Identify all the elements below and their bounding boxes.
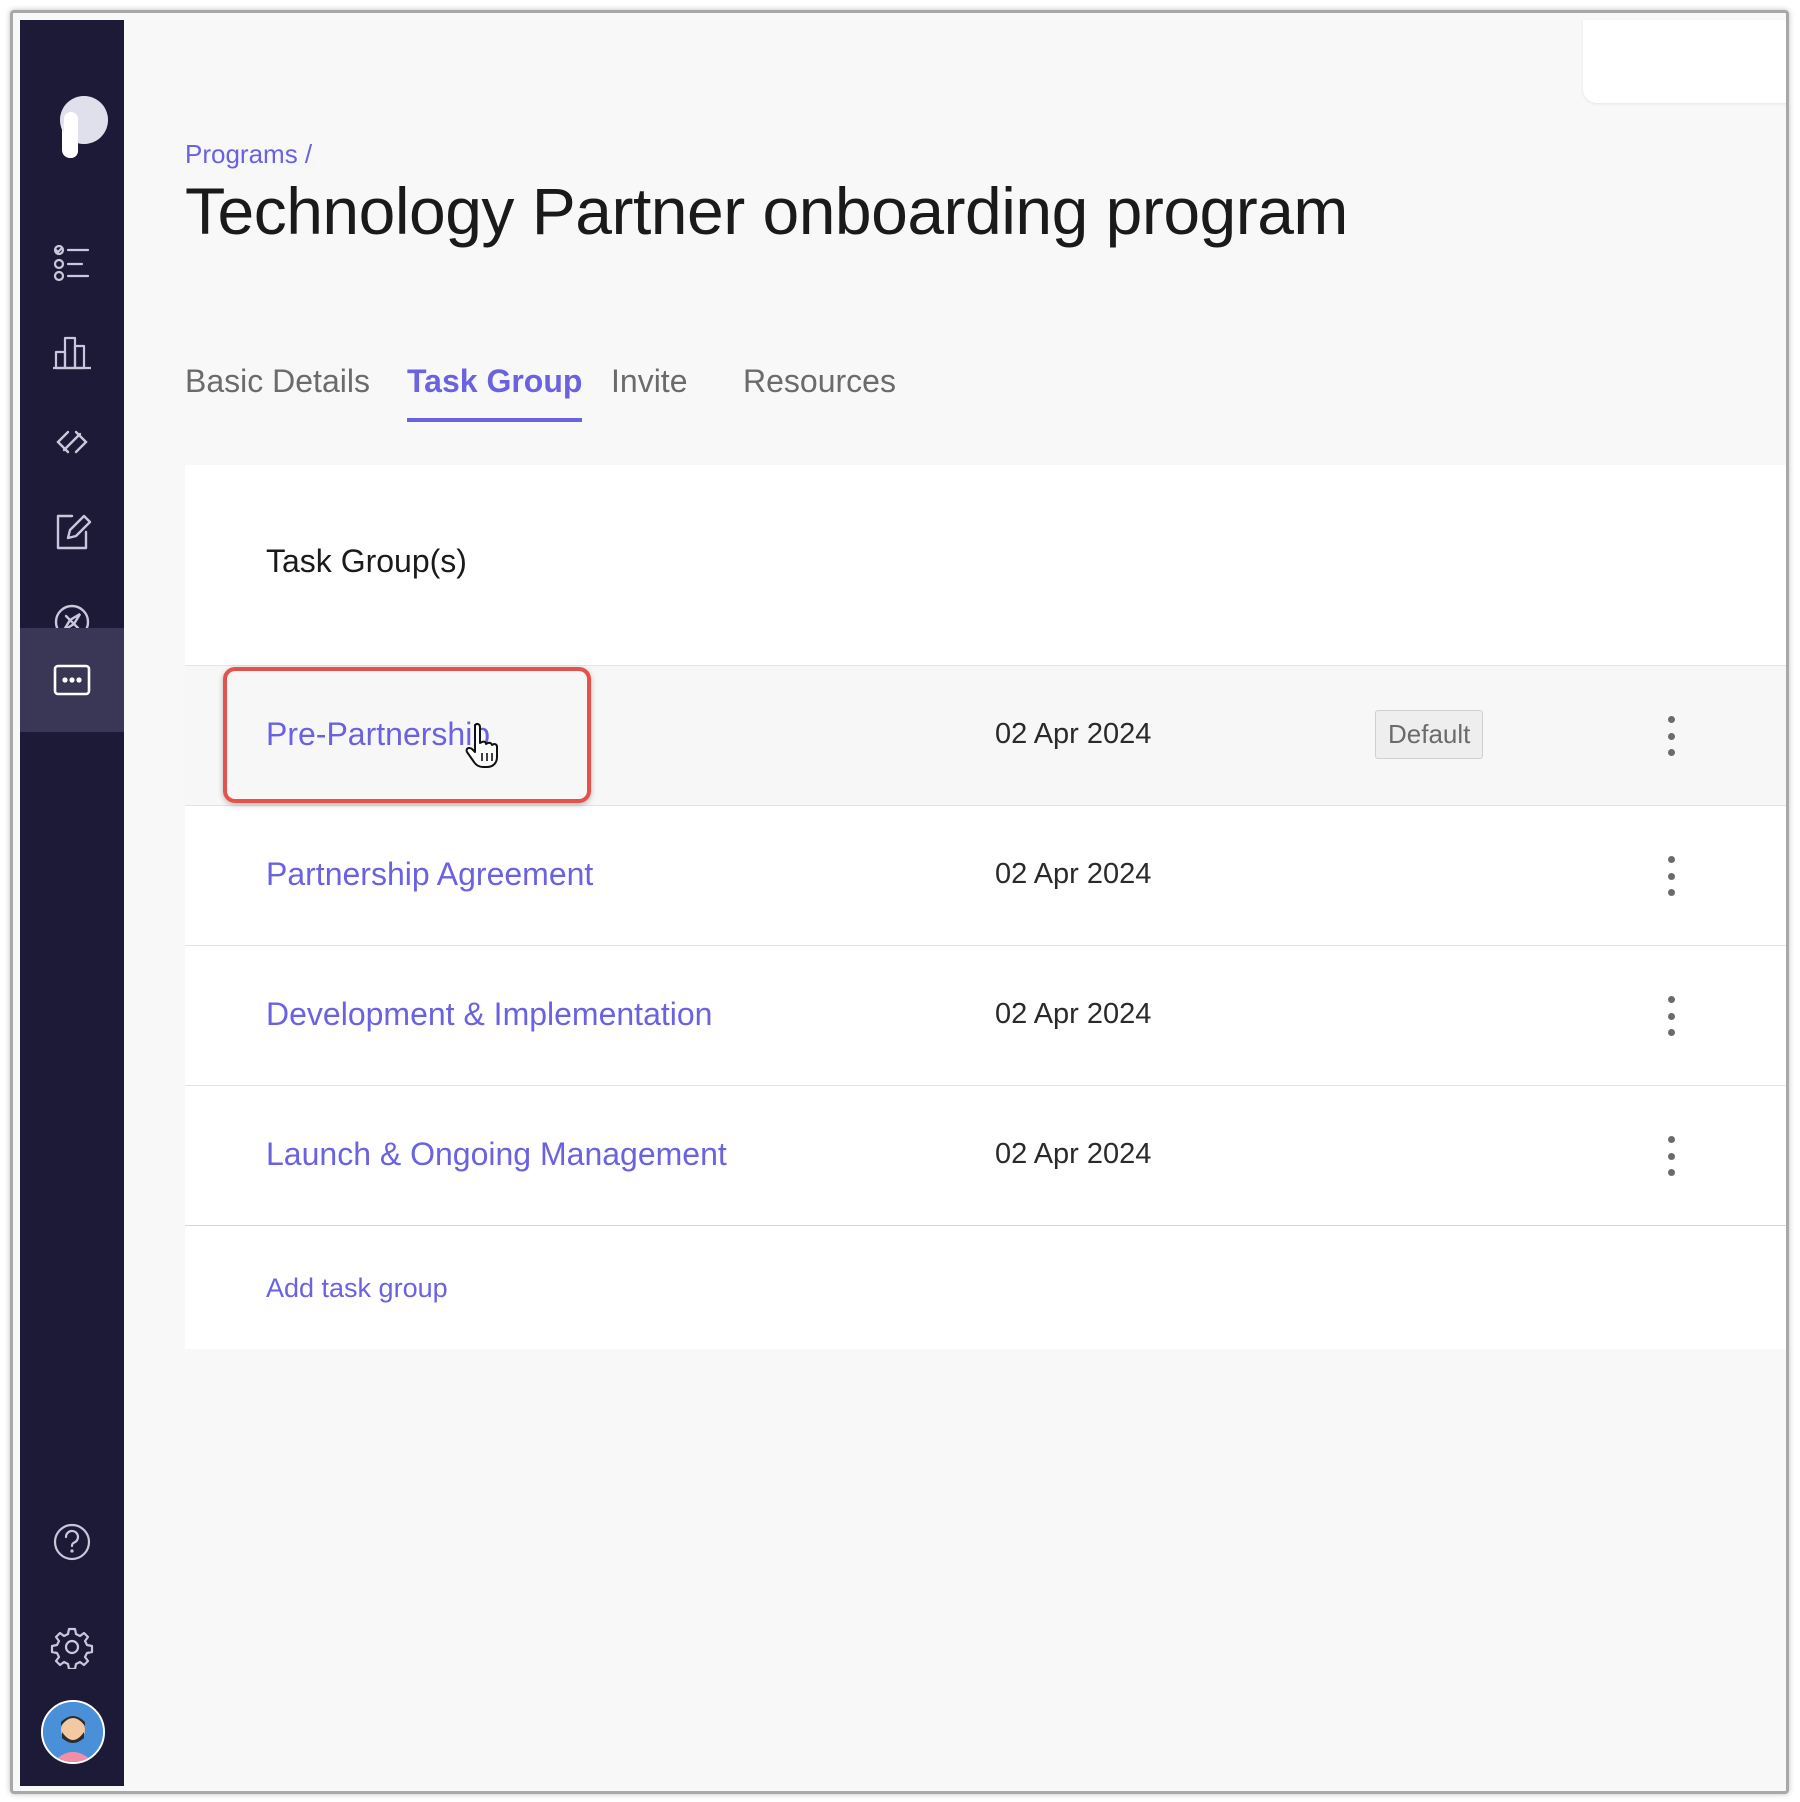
task-group-date: 02 Apr 2024 bbox=[995, 858, 1152, 890]
nav-reports[interactable] bbox=[20, 300, 124, 404]
page-title: Technology Partner onboarding program bbox=[185, 174, 1348, 248]
nav-help[interactable] bbox=[20, 1490, 124, 1594]
task-group-name[interactable]: Development & Implementation bbox=[266, 996, 712, 1033]
breadcrumb[interactable]: Programs / bbox=[185, 139, 312, 170]
card-title: Task Group(s) bbox=[266, 543, 467, 579]
task-group-row: Launch & Ongoing Management 02 Apr 2024 bbox=[185, 1085, 1786, 1226]
nav-settings[interactable] bbox=[20, 1595, 124, 1699]
tab-invite[interactable]: Invite bbox=[611, 363, 687, 418]
task-group-card: Task Group(s) Pre-Partnership 02 Apr 202… bbox=[185, 465, 1786, 1349]
app-logo-icon[interactable] bbox=[50, 90, 110, 160]
task-group-name[interactable]: Launch & Ongoing Management bbox=[266, 1136, 727, 1173]
add-task-group-link[interactable]: Add task group bbox=[266, 1273, 448, 1304]
task-group-row: Development & Implementation 02 Apr 2024 bbox=[185, 945, 1786, 1086]
row-menu-icon[interactable] bbox=[1663, 1136, 1679, 1176]
sidebar bbox=[20, 20, 124, 1786]
task-group-date: 02 Apr 2024 bbox=[995, 998, 1152, 1030]
link-icon bbox=[56, 430, 88, 454]
user-avatar[interactable] bbox=[41, 1700, 105, 1764]
tab-task-group[interactable]: Task Group bbox=[407, 363, 583, 422]
nav-integrations[interactable] bbox=[20, 390, 124, 494]
divider bbox=[185, 1225, 1786, 1226]
nav-checklist[interactable] bbox=[20, 210, 124, 314]
highlight-box bbox=[223, 667, 591, 803]
task-group-date: 02 Apr 2024 bbox=[995, 1138, 1152, 1170]
more-box-icon bbox=[53, 664, 91, 696]
default-badge: Default bbox=[1375, 710, 1484, 759]
hand-cursor-icon bbox=[463, 721, 499, 769]
row-menu-icon[interactable] bbox=[1663, 996, 1679, 1036]
help-icon bbox=[53, 1523, 91, 1561]
tab-resources[interactable]: Resources bbox=[743, 363, 896, 418]
tab-basic-details[interactable]: Basic Details bbox=[185, 363, 370, 418]
task-group-row: Partnership Agreement 02 Apr 2024 bbox=[185, 805, 1786, 946]
task-group-name[interactable]: Partnership Agreement bbox=[266, 856, 593, 893]
checklist-icon bbox=[53, 244, 90, 282]
row-menu-icon[interactable] bbox=[1663, 716, 1679, 756]
edit-icon bbox=[56, 514, 92, 550]
settings-icon bbox=[50, 1627, 94, 1669]
nav-forms[interactable] bbox=[20, 480, 124, 584]
top-panel bbox=[1583, 20, 1786, 103]
row-menu-icon[interactable] bbox=[1663, 856, 1679, 896]
app-window: Programs / Technology Partner onboarding… bbox=[10, 10, 1789, 1794]
nav-programs[interactable] bbox=[20, 628, 124, 732]
bar-chart-icon bbox=[53, 336, 91, 370]
task-group-date: 02 Apr 2024 bbox=[995, 718, 1152, 750]
